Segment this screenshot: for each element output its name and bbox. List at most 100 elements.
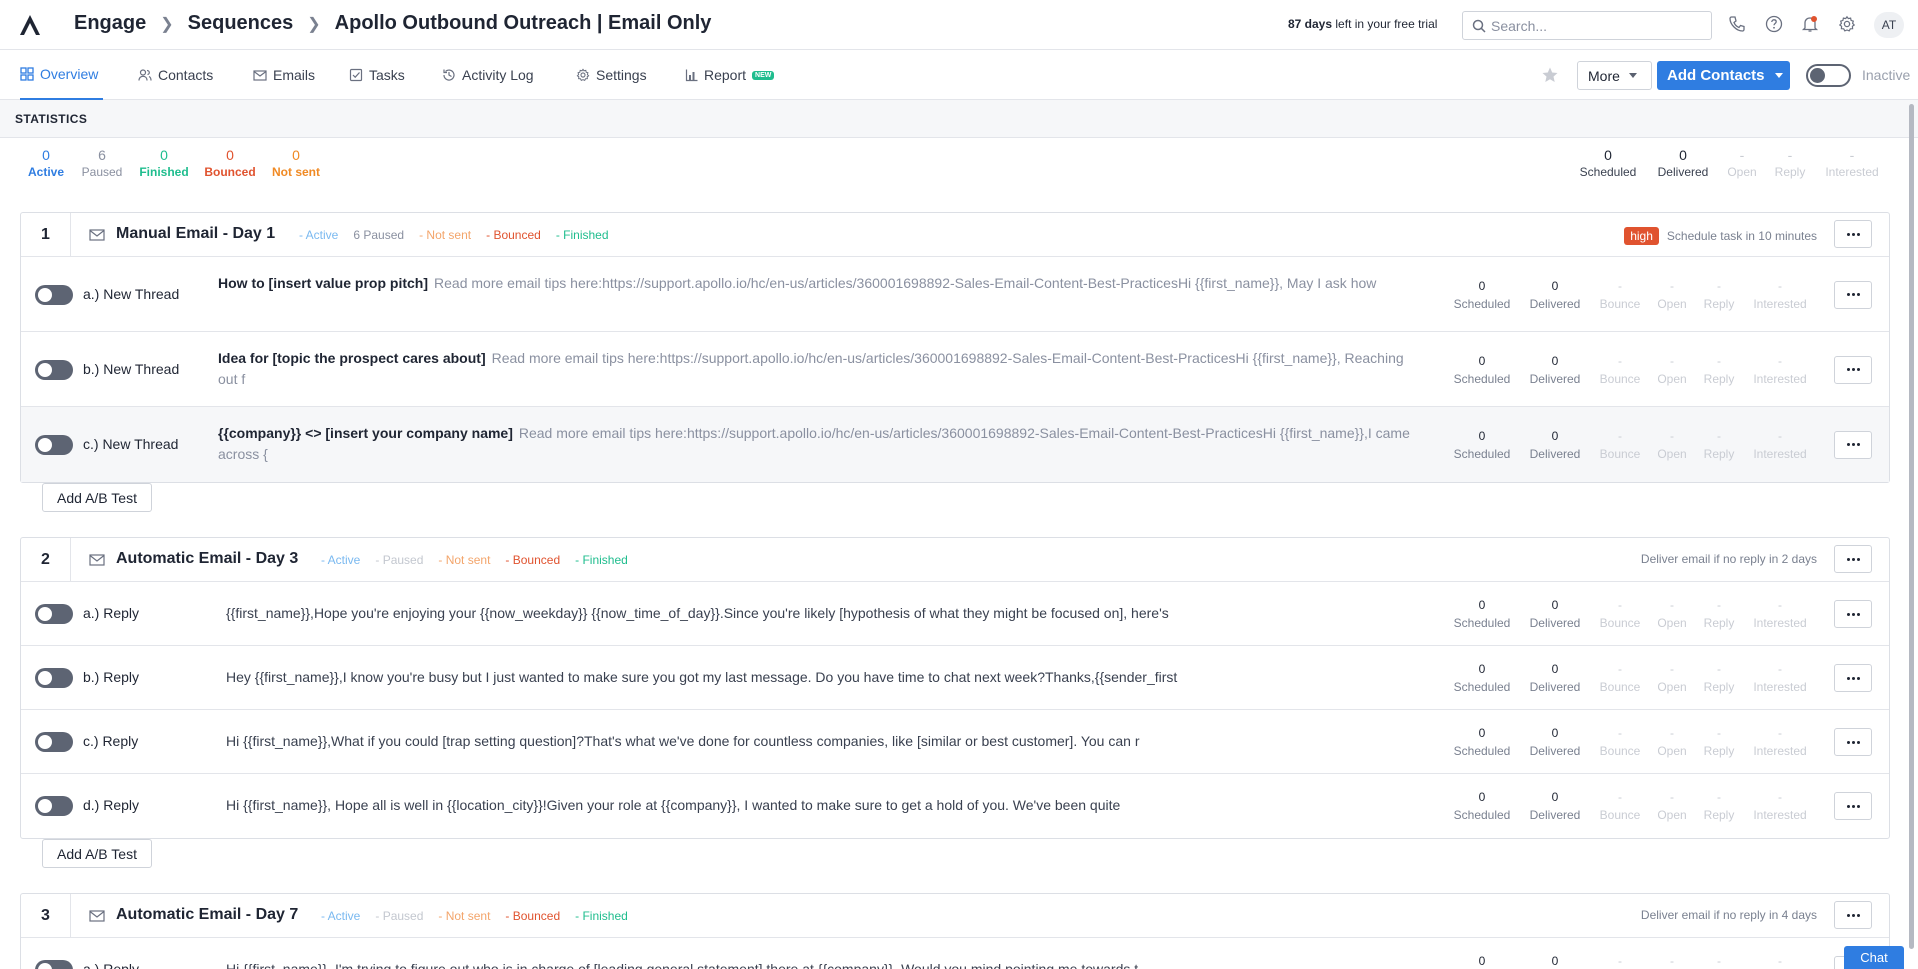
- step-schedule: Deliver email if no reply in 2 days: [1641, 552, 1817, 566]
- variant-menu-button[interactable]: [1834, 600, 1872, 628]
- variant-row[interactable]: d.) Reply Hi {{first_name}}, Hope all is …: [21, 774, 1889, 838]
- page-scrollbar[interactable]: [1909, 104, 1914, 949]
- sequence-active-toggle[interactable]: [1806, 64, 1851, 87]
- chip-active: - Active: [299, 228, 339, 242]
- email-preview[interactable]: {{first_name}},Hope you're enjoying your…: [226, 603, 1426, 624]
- search-icon: [1472, 19, 1486, 33]
- row-stat-scheduled: 0 Scheduled: [1442, 277, 1522, 313]
- tab-activity-log[interactable]: Activity Log: [442, 50, 534, 100]
- variant-menu-button[interactable]: [1834, 355, 1872, 384]
- stat-value: 0: [292, 147, 300, 163]
- row-stat-label: Scheduled: [1453, 680, 1511, 694]
- stat-active[interactable]: 0 Active: [16, 147, 76, 179]
- help-icon[interactable]: [1765, 15, 1783, 33]
- stat-not-sent[interactable]: 0 Not sent: [266, 147, 326, 179]
- dot-icon: [1856, 293, 1860, 296]
- dot-icon: [1846, 232, 1850, 236]
- breadcrumb-sequences[interactable]: Sequences: [188, 12, 294, 35]
- variant-toggle[interactable]: [35, 284, 73, 305]
- priority-badge: high: [1624, 227, 1659, 245]
- bell-icon[interactable]: [1801, 15, 1819, 33]
- variant-toggle[interactable]: [35, 434, 73, 455]
- variant-row[interactable]: c.) New Thread {{company}} <> [insert you…: [21, 407, 1889, 482]
- tab-settings[interactable]: Settings: [576, 50, 647, 100]
- chevron-right-icon: ❯: [307, 15, 321, 33]
- row-stat-scheduled: 0 Scheduled: [1442, 427, 1522, 463]
- chip-finished: - Finished: [575, 909, 628, 923]
- add-ab-test-button[interactable]: Add A/B Test: [42, 839, 152, 868]
- variant-row[interactable]: a.) New Thread How to [insert value prop …: [21, 257, 1889, 332]
- step-title[interactable]: Automatic Email - Day 7: [116, 906, 298, 924]
- dot-icon: [1851, 557, 1855, 561]
- trial-text: left in your free trial: [1335, 17, 1438, 31]
- row-stat-scheduled: 0 Scheduled: [1442, 788, 1522, 824]
- variant-row[interactable]: a.) Reply {{first_name}},Hope you're enjo…: [21, 582, 1889, 646]
- chat-button[interactable]: Chat: [1844, 946, 1904, 969]
- dot-icon: [1846, 443, 1850, 446]
- tab-tasks[interactable]: Tasks: [349, 50, 405, 100]
- step-menu-button[interactable]: [1834, 545, 1872, 573]
- tab-contacts[interactable]: Contacts: [138, 50, 213, 100]
- stat-paused[interactable]: 6 Paused: [72, 147, 132, 179]
- variant-row[interactable]: a.) Reply Hi {{first_name}}, I'm trying t…: [21, 938, 1889, 969]
- mail-icon: [89, 554, 105, 566]
- phone-icon[interactable]: [1728, 15, 1746, 33]
- email-preview[interactable]: Hey {{first_name}},I know you're busy bu…: [226, 667, 1426, 688]
- variant-toggle[interactable]: [35, 668, 73, 688]
- stat-label: Finished: [139, 165, 189, 179]
- email-preview[interactable]: Idea for [topic the prospect cares about…: [218, 348, 1418, 390]
- gear-icon[interactable]: [1838, 15, 1856, 33]
- dot-icon: [1856, 676, 1860, 680]
- step-title[interactable]: Automatic Email - Day 3: [116, 550, 298, 568]
- variant-menu-button[interactable]: [1834, 280, 1872, 309]
- variant-toggle[interactable]: [35, 796, 73, 816]
- step-menu-button[interactable]: [1834, 901, 1872, 929]
- variant-row[interactable]: b.) Reply Hey {{first_name}},I know you'r…: [21, 646, 1889, 710]
- email-preview[interactable]: {{company}} <> [insert your company name…: [218, 423, 1418, 465]
- star-icon[interactable]: [1541, 66, 1559, 84]
- row-stat-label: Interested: [1753, 446, 1807, 461]
- step-status-chips: - Active 6 Paused - Not sent - Bounced - Fin…: [299, 228, 609, 242]
- variant-menu-button[interactable]: [1834, 664, 1872, 692]
- chip-not-sent: - Not sent: [438, 553, 491, 567]
- row-stat-interested: - Interested: [1740, 427, 1820, 463]
- schedule-text: Deliver email if no reply in 4 days: [1640, 908, 1817, 922]
- stat-value: 0: [226, 147, 234, 163]
- tab-overview[interactable]: Overview: [20, 50, 103, 100]
- email-preview[interactable]: Hi {{first_name}},What if you could [tra…: [226, 731, 1426, 752]
- users-icon: [138, 69, 152, 81]
- tab-label: Report: [704, 67, 747, 83]
- email-preview[interactable]: Hi {{first_name}}, Hope all is well in {…: [226, 795, 1426, 816]
- tab-emails[interactable]: Emails: [253, 50, 315, 100]
- variant-toggle[interactable]: [35, 604, 73, 624]
- variant-menu-button[interactable]: [1834, 728, 1872, 756]
- variant-toggle[interactable]: [35, 359, 73, 380]
- stat-bounced[interactable]: 0 Bounced: [200, 147, 260, 179]
- variant-row[interactable]: c.) Reply Hi {{first_name}},What if you c…: [21, 710, 1889, 774]
- search-input[interactable]: Search...: [1462, 11, 1712, 40]
- more-button[interactable]: More: [1577, 61, 1652, 90]
- tab-report[interactable]: Report NEW: [685, 50, 775, 100]
- variant-menu-button[interactable]: [1834, 792, 1872, 820]
- chevron-right-icon: ❯: [160, 15, 174, 33]
- add-contacts-button[interactable]: Add Contacts: [1657, 61, 1790, 90]
- variant-row[interactable]: b.) New Thread Idea for [topic the prospe…: [21, 332, 1889, 407]
- add-ab-test-button[interactable]: Add A/B Test: [42, 483, 152, 512]
- variant-toggle[interactable]: [35, 732, 73, 752]
- avatar[interactable]: AT: [1874, 12, 1904, 38]
- step-header: 1 Manual Email - Day 1 - Active 6 Paused - N…: [21, 213, 1889, 257]
- step-title[interactable]: Manual Email - Day 1: [116, 225, 275, 243]
- chip-paused: 6 Paused: [353, 228, 405, 242]
- tab-label: Tasks: [369, 67, 405, 83]
- breadcrumb-engage[interactable]: Engage: [74, 12, 146, 35]
- email-preview[interactable]: Hi {{first_name}}, I'm trying to figure …: [226, 959, 1426, 969]
- variant-toggle[interactable]: [35, 960, 73, 969]
- apollo-logo-icon[interactable]: [18, 13, 42, 37]
- variant-menu-button[interactable]: [1834, 430, 1872, 459]
- step-menu-button[interactable]: [1834, 220, 1872, 248]
- email-preview[interactable]: How to [insert value prop pitch] Read mor…: [218, 273, 1418, 294]
- stat-finished[interactable]: 0 Finished: [134, 147, 194, 179]
- email-body: Hi {{first_name}},What if you could [tra…: [226, 733, 1140, 749]
- chip-not-sent: - Not sent: [438, 909, 491, 923]
- email-subject: How to [insert value prop pitch]: [218, 274, 429, 291]
